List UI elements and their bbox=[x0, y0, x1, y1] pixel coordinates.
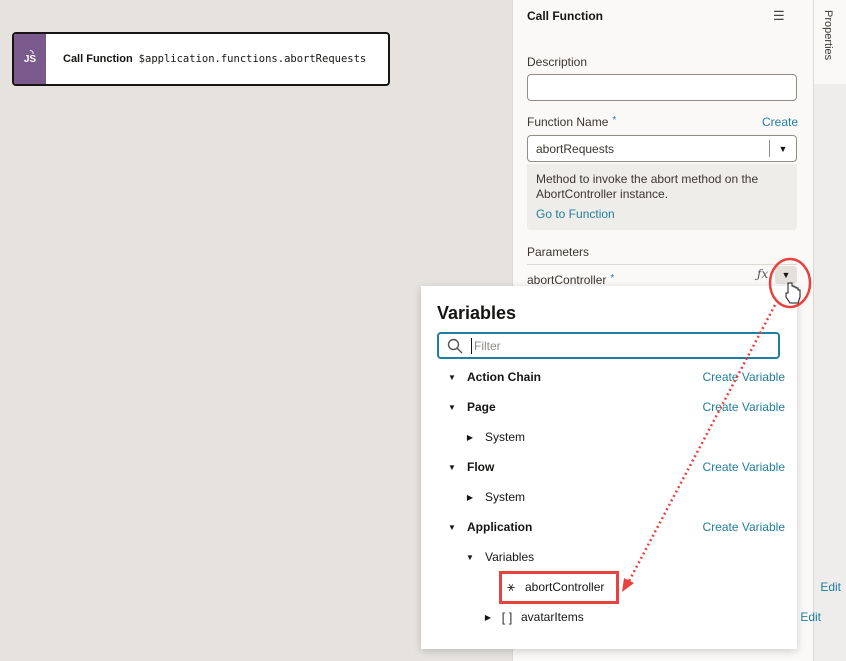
tree-section-page[interactable]: ▼ Page Create Variable bbox=[421, 392, 823, 422]
caret-down-icon[interactable]: ▼ bbox=[465, 553, 475, 562]
tree-item-application-variables[interactable]: ▼ Variables bbox=[421, 542, 841, 572]
item-label: System bbox=[485, 490, 526, 504]
node-expression: $application.functions.abortRequests bbox=[138, 53, 367, 65]
filter-input[interactable] bbox=[471, 337, 778, 354]
tree-section-application[interactable]: ▼ Application Create Variable bbox=[421, 512, 823, 542]
node-title: Call Function bbox=[63, 53, 133, 65]
annotation-highlight-box bbox=[499, 571, 619, 604]
tab-properties-label: Properties bbox=[822, 10, 834, 61]
caret-right-icon[interactable]: ▶ bbox=[465, 493, 475, 502]
section-label: Page bbox=[467, 400, 496, 414]
function-name-value: abortRequests bbox=[536, 141, 615, 156]
array-type-icon: [ ] bbox=[501, 609, 513, 625]
section-label: Action Chain bbox=[467, 370, 541, 384]
tree-section-flow[interactable]: ▼ Flow Create Variable bbox=[421, 452, 823, 482]
required-marker: * bbox=[610, 273, 615, 284]
section-label: Application bbox=[467, 520, 533, 534]
divider bbox=[527, 264, 797, 265]
popup-title: Variables bbox=[437, 303, 517, 323]
item-label: System bbox=[485, 430, 526, 444]
parameter-abortcontroller: abortController * bbox=[527, 273, 615, 287]
create-variable-link[interactable]: Create Variable bbox=[703, 400, 786, 414]
caret-down-icon[interactable]: ▼ bbox=[447, 463, 457, 472]
edit-link[interactable]: Edit bbox=[800, 610, 821, 624]
parameters-label: Parameters bbox=[527, 245, 590, 259]
function-help-text: Method to invoke the abort method on the… bbox=[536, 172, 759, 201]
create-variable-link[interactable]: Create Variable bbox=[703, 520, 786, 534]
tree-item-page-system[interactable]: ▶ System bbox=[421, 422, 841, 452]
caret-down-icon[interactable]: ▼ bbox=[447, 523, 457, 532]
function-name-select[interactable]: abortRequests ▼ bbox=[527, 135, 797, 162]
item-label: Variables bbox=[485, 550, 535, 564]
caret-right-icon[interactable]: ▶ bbox=[483, 613, 493, 622]
caret-right-icon[interactable]: ▶ bbox=[465, 433, 475, 442]
caret-down-icon[interactable]: ▼ bbox=[447, 373, 457, 382]
javascript-icon: ◝ JS bbox=[14, 34, 46, 84]
create-function-link[interactable]: Create bbox=[762, 115, 798, 129]
tree-section-action-chain[interactable]: ▼ Action Chain Create Variable bbox=[421, 362, 823, 392]
description-input[interactable] bbox=[527, 74, 797, 101]
required-marker: * bbox=[612, 115, 617, 126]
description-label: Description bbox=[527, 55, 588, 69]
variable-abortcontroller[interactable]: ⚹ abortController Edit bbox=[421, 572, 846, 602]
function-name-label: Function Name * bbox=[527, 115, 617, 129]
variables-popup: Variables ▼ Action Chain Create Variable… bbox=[421, 286, 841, 649]
create-variable-link[interactable]: Create Variable bbox=[703, 460, 786, 474]
variable-avataritems[interactable]: ▶ [ ] avatarItems Edit bbox=[421, 602, 846, 632]
panel-title: Call Function bbox=[527, 9, 603, 23]
function-help: Method to invoke the abort method on the… bbox=[527, 164, 797, 230]
search-icon bbox=[447, 338, 463, 353]
chevron-down-icon[interactable]: ▼ bbox=[770, 144, 796, 154]
hamburger-icon[interactable]: ☰ bbox=[773, 8, 785, 24]
filter-field[interactable] bbox=[437, 332, 780, 359]
variable-picker-dropdown[interactable]: ▼ bbox=[775, 266, 797, 284]
go-to-function-link[interactable]: Go to Function bbox=[536, 207, 788, 222]
edit-link[interactable]: Edit bbox=[820, 580, 841, 594]
variable-name: avatarItems bbox=[521, 610, 584, 624]
section-label: Flow bbox=[467, 460, 495, 474]
signal-icon: ◝ bbox=[30, 48, 34, 58]
expression-editor-icon[interactable]: ƒx bbox=[757, 267, 768, 281]
caret-down-icon[interactable]: ▼ bbox=[447, 403, 457, 412]
create-variable-link[interactable]: Create Variable bbox=[703, 370, 786, 384]
call-function-node[interactable]: ◝ JS Call Function $application.function… bbox=[12, 32, 390, 86]
tree-item-flow-system[interactable]: ▶ System bbox=[421, 482, 841, 512]
tab-properties[interactable]: Properties bbox=[814, 0, 846, 84]
